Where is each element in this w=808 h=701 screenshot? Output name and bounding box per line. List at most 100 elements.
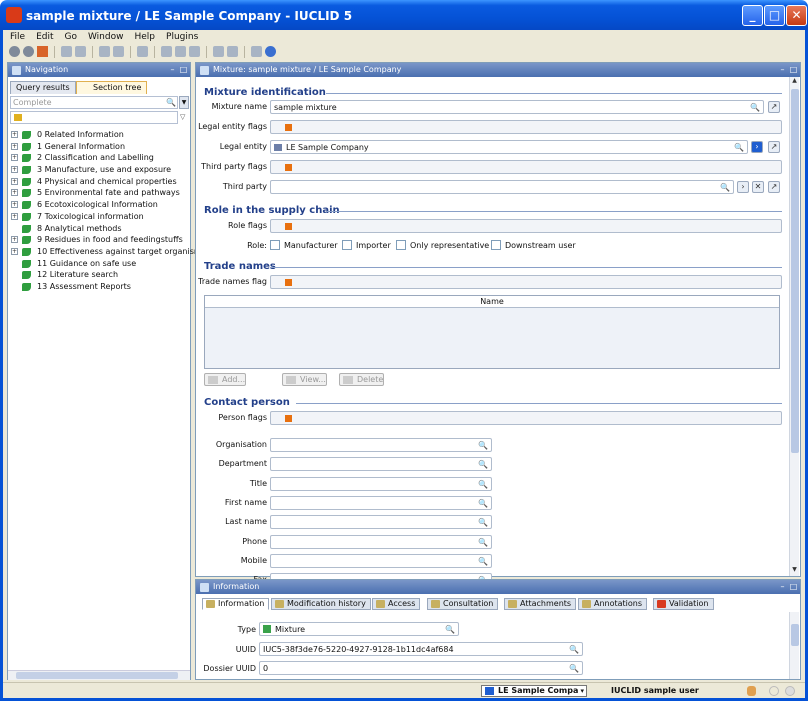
forward-icon[interactable] (23, 46, 34, 57)
tree-node[interactable]: +3 Manufacture, use and exposure (10, 164, 188, 176)
search-icon[interactable]: 🔍 (445, 625, 455, 634)
search-input[interactable]: Complete (10, 96, 178, 109)
person-flags-field[interactable] (270, 411, 782, 425)
expand-icon[interactable]: + (11, 201, 18, 209)
legal-entity-field[interactable]: LE Sample Company 🔍 (270, 140, 748, 154)
maximize-panel-button[interactable]: □ (179, 63, 188, 77)
mobile-field[interactable]: 🔍 (270, 553, 492, 568)
back-icon[interactable] (9, 46, 20, 57)
department-field[interactable]: 🔍 (270, 457, 492, 472)
third-party-flags-field[interactable] (270, 160, 782, 174)
edit-link-button[interactable]: ↗ (768, 141, 780, 153)
uuid-field[interactable]: IUC5-38f3de76-5220-4927-9128-1b11dc4af68… (259, 642, 583, 656)
maximize-button[interactable]: □ (764, 5, 785, 26)
expand-icon[interactable]: + (11, 247, 18, 255)
tree-node[interactable]: +1 General Information (10, 141, 188, 153)
filter-dropdown-icon[interactable]: ▽ (180, 113, 185, 121)
menu-edit[interactable]: Edit (36, 32, 53, 42)
third-party-field[interactable]: 🔍 (270, 180, 734, 194)
tab-consultation[interactable]: Consultation (427, 598, 499, 610)
search-icon[interactable]: 🔍 (478, 480, 488, 489)
legal-entity-flags-field[interactable] (270, 120, 782, 134)
tree-node[interactable]: +4 Physical and chemical properties (10, 176, 188, 188)
tab-modification-history[interactable]: Modification history (271, 598, 371, 610)
tree-node[interactable]: +10 Effectiveness against target organis… (10, 246, 206, 258)
filter-input[interactable] (10, 111, 178, 124)
info-vertical-scrollbar[interactable] (789, 612, 799, 679)
tab-section-tree[interactable]: Section tree (76, 81, 148, 94)
clear-third-party-button[interactable]: ✕ (752, 181, 764, 193)
home-icon[interactable] (37, 46, 48, 57)
cut-icon[interactable] (161, 46, 172, 57)
search-icon[interactable]: 🔍 (478, 460, 488, 469)
search-dropdown-button[interactable]: ▼ (179, 96, 189, 109)
search-icon[interactable]: 🔍 (478, 499, 488, 508)
name-column-header[interactable]: Name (205, 296, 779, 308)
importer-checkbox[interactable] (342, 240, 352, 250)
save-all-icon[interactable] (75, 46, 86, 57)
tree-node[interactable]: +7 Toxicological information (10, 211, 188, 223)
tree-node[interactable]: 8 Analytical methods (10, 223, 188, 235)
menu-window[interactable]: Window (88, 32, 124, 42)
tab-information[interactable]: Information (202, 598, 270, 610)
expand-icon[interactable]: + (11, 154, 18, 162)
search-icon[interactable]: 🔍 (720, 183, 730, 192)
expand-icon[interactable]: + (11, 236, 18, 244)
search-icon[interactable]: 🔍 (478, 557, 488, 566)
minimize-editor-button[interactable]: – (778, 63, 787, 77)
navigation-horizontal-scrollbar[interactable] (8, 670, 190, 680)
tree-node[interactable]: +5 Environmental fate and pathways (10, 187, 188, 199)
tree-node[interactable]: +2 Classification and Labelling (10, 152, 188, 164)
dossier-uuid-field[interactable]: 0 🔍 (259, 661, 583, 675)
trade-names-flag-field[interactable] (270, 275, 782, 289)
tab-attachments[interactable]: Attachments (504, 598, 577, 610)
view-button[interactable]: View... (282, 373, 327, 386)
view-icon[interactable] (113, 46, 124, 57)
role-flags-field[interactable] (270, 219, 782, 233)
copy-icon[interactable] (175, 46, 186, 57)
tree-node[interactable]: 13 Assessment Reports (10, 281, 188, 293)
phone-field[interactable]: 🔍 (270, 534, 492, 549)
mixture-name-field[interactable]: sample mixture 🔍 (270, 100, 764, 114)
expand-icon[interactable]: + (11, 166, 18, 174)
tree-node[interactable]: +0 Related Information (10, 129, 188, 141)
minimize-button[interactable]: _ (742, 5, 763, 26)
tab-annotations[interactable]: Annotations (578, 598, 648, 610)
goto-legal-entity-button[interactable]: › (751, 141, 763, 153)
tree-node[interactable]: 11 Guidance on safe use (10, 258, 188, 270)
paste-icon[interactable] (189, 46, 200, 57)
print-icon[interactable] (137, 46, 148, 57)
tree-node[interactable]: +9 Residues in food and feedingstuffs (10, 234, 188, 246)
undo-icon[interactable] (213, 46, 224, 57)
search-icon[interactable]: 🔍 (478, 441, 488, 450)
menu-help[interactable]: Help (134, 32, 155, 42)
trade-names-table[interactable]: Name (204, 295, 780, 369)
minimize-info-button[interactable]: – (778, 580, 787, 594)
goto-third-party-button[interactable]: › (737, 181, 749, 193)
editor-vertical-scrollbar[interactable]: ▲ ▼ (789, 77, 799, 576)
search-icon[interactable]: 🔍 (166, 98, 176, 107)
search-icon[interactable]: 🔍 (734, 143, 744, 152)
title-field[interactable]: 🔍 (270, 476, 492, 491)
delete-button[interactable]: Delete (339, 373, 385, 386)
edit-icon[interactable] (99, 46, 110, 57)
expand-icon[interactable]: + (11, 189, 18, 197)
expand-icon[interactable]: + (11, 142, 18, 150)
menu-plugins[interactable]: Plugins (166, 32, 198, 42)
save-icon[interactable] (61, 46, 72, 57)
search-icon[interactable]: 🔍 (750, 103, 760, 112)
tab-query-results[interactable]: Query results (10, 81, 76, 94)
search-icon[interactable]: 🔍 (569, 645, 579, 654)
legal-entity-selector[interactable]: LE Sample Compa ▾ (481, 685, 587, 697)
maximize-editor-button[interactable]: □ (789, 63, 798, 77)
last-name-field[interactable]: 🔍 (270, 515, 492, 530)
tab-validation[interactable]: Validation (653, 598, 714, 610)
search-icon[interactable]: 🔍 (478, 518, 488, 527)
edit-link-button[interactable]: ↗ (768, 181, 780, 193)
document-icon[interactable] (251, 46, 262, 57)
redo-icon[interactable] (227, 46, 238, 57)
organisation-field[interactable]: 🔍 (270, 438, 492, 452)
minimize-panel-button[interactable]: – (168, 63, 177, 77)
maximize-info-button[interactable]: □ (789, 580, 798, 594)
add-button[interactable]: Add... (204, 373, 247, 386)
